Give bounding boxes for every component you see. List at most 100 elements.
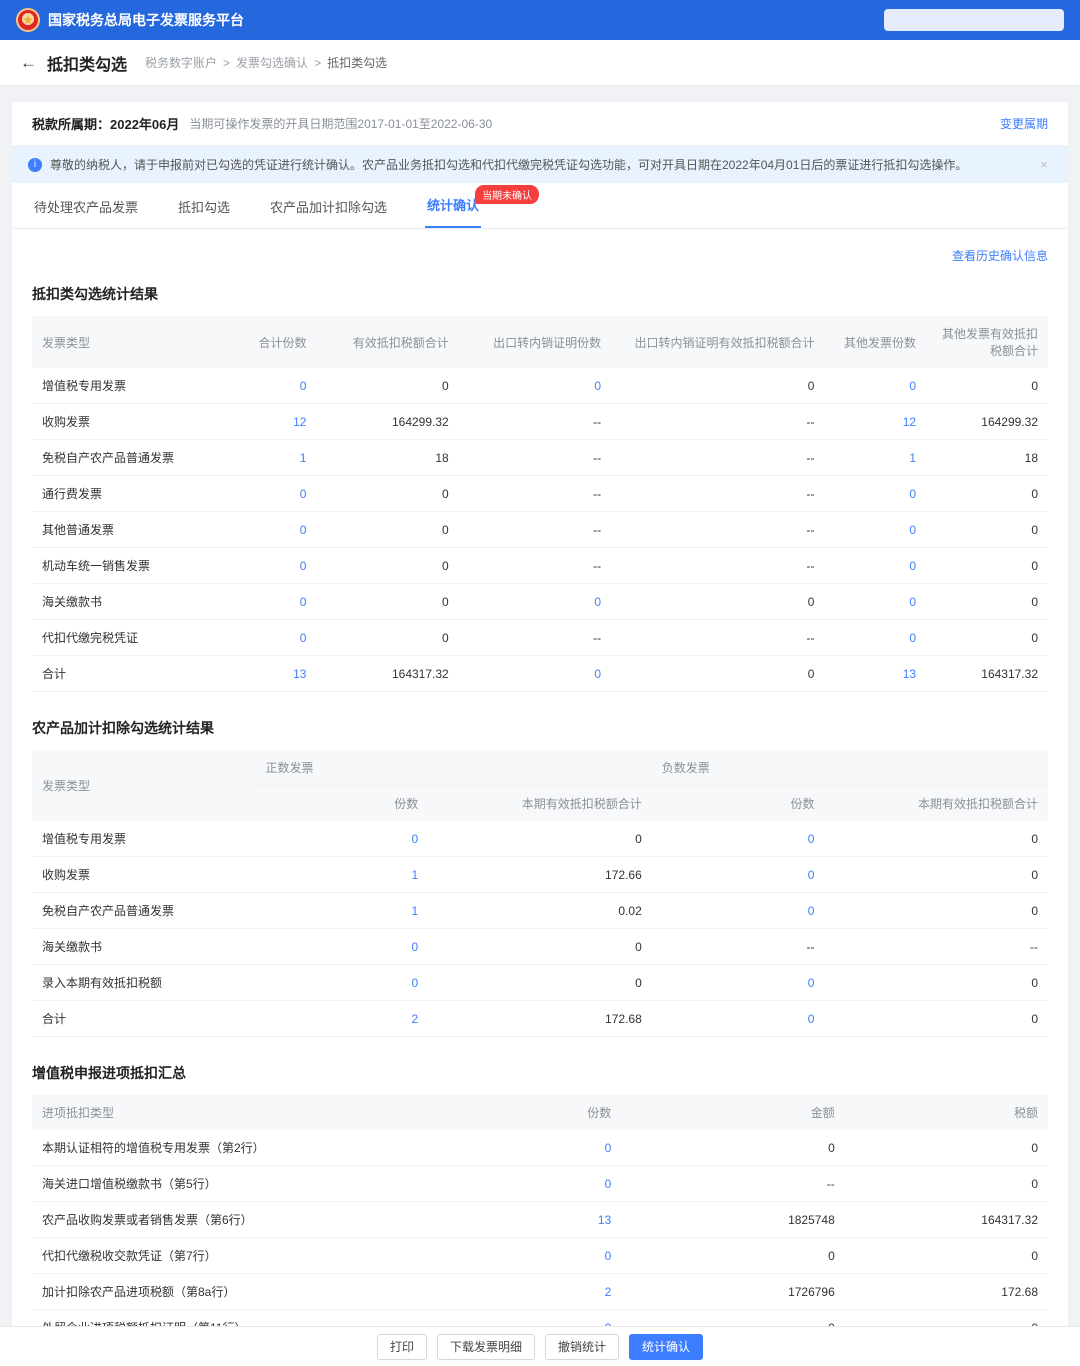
count-link[interactable]: 0 bbox=[458, 655, 612, 692]
count-link[interactable]: 0 bbox=[255, 821, 429, 857]
count-link[interactable]: 12 bbox=[225, 403, 317, 440]
count-link[interactable]: 13 bbox=[225, 655, 317, 692]
info-icon: i bbox=[28, 157, 42, 172]
count-link[interactable]: 0 bbox=[458, 583, 612, 620]
count-link[interactable]: 0 bbox=[225, 511, 317, 548]
count-link[interactable]: 0 bbox=[458, 368, 612, 404]
close-icon[interactable]: × bbox=[1036, 157, 1052, 172]
cell-value: -- bbox=[611, 439, 825, 476]
cell-value: -- bbox=[611, 403, 825, 440]
page-content: 税款所属期： 2022年06月 当期可操作发票的开具日期范围2017-01-01… bbox=[0, 86, 1080, 1366]
cell-value: -- bbox=[458, 547, 612, 584]
column-header: 份数 bbox=[438, 1095, 622, 1130]
breadcrumb-item[interactable]: 税务数字账户 bbox=[145, 54, 217, 71]
cell-value: 0 bbox=[844, 1130, 1048, 1166]
column-header: 份数 bbox=[255, 785, 429, 821]
row-label: 海关缴款书 bbox=[32, 928, 256, 965]
cell-value: 172.66 bbox=[428, 856, 652, 893]
cell-value: -- bbox=[458, 511, 612, 548]
count-link[interactable]: 2 bbox=[438, 1273, 622, 1310]
count-link[interactable]: 0 bbox=[225, 583, 317, 620]
cell-value: 0 bbox=[428, 821, 652, 857]
cell-value: 0 bbox=[824, 856, 1048, 893]
count-link[interactable]: 0 bbox=[651, 964, 825, 1001]
count-link[interactable]: 0 bbox=[824, 583, 927, 620]
row-label: 免税自产农产品普通发票 bbox=[32, 439, 226, 476]
count-link[interactable]: 0 bbox=[651, 1000, 825, 1037]
row-label: 录入本期有效抵扣税额 bbox=[32, 964, 256, 1001]
tax-period-label: 税款所属期： bbox=[32, 117, 111, 132]
count-link[interactable]: 2 bbox=[255, 1000, 429, 1037]
cell-value: 0 bbox=[621, 1237, 845, 1274]
cell-value: 0 bbox=[824, 892, 1048, 929]
column-header: 本期有效抵扣税额合计 bbox=[824, 785, 1048, 821]
count-link[interactable]: 0 bbox=[255, 928, 429, 965]
count-link[interactable]: 0 bbox=[651, 892, 825, 929]
cell-value: 164317.32 bbox=[316, 655, 459, 692]
cell-value: 18 bbox=[316, 439, 459, 476]
count-link[interactable]: 0 bbox=[824, 547, 927, 584]
count-link[interactable]: 0 bbox=[651, 821, 825, 857]
count-link[interactable]: 1 bbox=[824, 439, 927, 476]
cell-value: -- bbox=[824, 928, 1048, 965]
count-link[interactable]: 0 bbox=[225, 475, 317, 512]
cell-value: -- bbox=[458, 403, 612, 440]
count-link[interactable]: 0 bbox=[651, 856, 825, 893]
cell-value: 1726796 bbox=[621, 1273, 845, 1310]
column-header: 出口转内销证明有效抵扣税额合计 bbox=[611, 316, 825, 368]
row-label: 免税自产农产品普通发票 bbox=[32, 892, 256, 929]
download-invoice-detail-button[interactable]: 下载发票明细 bbox=[436, 1333, 535, 1360]
tab-agri-additional-deduction[interactable]: 农产品加计扣除勾选 bbox=[268, 185, 389, 228]
column-group-negative: 负数发票 bbox=[651, 750, 1048, 786]
cell-value: 0 bbox=[926, 475, 1048, 512]
cell-value: -- bbox=[458, 475, 612, 512]
count-link[interactable]: 0 bbox=[824, 619, 927, 656]
cell-value: 0 bbox=[844, 1165, 1048, 1202]
breadcrumb-item[interactable]: 发票勾选确认 bbox=[236, 54, 308, 71]
count-link[interactable]: 12 bbox=[824, 403, 927, 440]
back-arrow-icon[interactable]: ← bbox=[20, 54, 37, 71]
main-card: 税款所属期： 2022年06月 当期可操作发票的开具日期范围2017-01-01… bbox=[12, 102, 1068, 1366]
count-link[interactable]: 0 bbox=[438, 1130, 622, 1166]
tax-period-value: 2022年06月 bbox=[110, 117, 180, 132]
table-row: 其他普通发票 0 0 -- -- 0 0 bbox=[32, 511, 1048, 548]
count-link[interactable]: 1 bbox=[225, 439, 317, 476]
column-header: 金额 bbox=[621, 1095, 845, 1130]
revoke-statistics-button[interactable]: 撤销统计 bbox=[545, 1333, 620, 1360]
count-link[interactable]: 13 bbox=[438, 1201, 622, 1238]
count-link[interactable]: 0 bbox=[824, 511, 927, 548]
cell-value: -- bbox=[611, 511, 825, 548]
row-label: 合计 bbox=[32, 1000, 256, 1037]
deduction-stats-table: 发票类型 合计份数 有效抵扣税额合计 出口转内销证明份数 出口转内销证明有效抵扣… bbox=[32, 316, 1048, 692]
view-history-link[interactable]: 查看历史确认信息 bbox=[952, 247, 1048, 264]
column-header: 进项抵扣类型 bbox=[32, 1095, 439, 1130]
change-period-link[interactable]: 变更属期 bbox=[1000, 115, 1048, 132]
cell-value: 0 bbox=[316, 547, 459, 584]
count-link[interactable]: 0 bbox=[255, 964, 429, 1001]
row-label: 加计扣除农产品进项税额（第8a行） bbox=[32, 1273, 439, 1310]
table-row: 免税自产农产品普通发票 1 0.02 0 0 bbox=[32, 892, 1048, 929]
count-link[interactable]: 0 bbox=[225, 547, 317, 584]
count-link[interactable]: 0 bbox=[824, 368, 927, 404]
cell-value: 0 bbox=[611, 655, 825, 692]
tab-deduction-selection[interactable]: 抵扣勾选 bbox=[176, 185, 232, 228]
user-info-area[interactable] bbox=[884, 9, 1064, 31]
confirm-statistics-button[interactable]: 统计确认 bbox=[629, 1333, 704, 1360]
tab-pending-agri-invoices[interactable]: 待处理农产品发票 bbox=[32, 185, 140, 228]
count-link[interactable]: 0 bbox=[225, 619, 317, 656]
count-link[interactable]: 0 bbox=[438, 1237, 622, 1274]
cell-value: 0 bbox=[844, 1237, 1048, 1274]
count-link[interactable]: 0 bbox=[438, 1165, 622, 1202]
count-link[interactable]: 13 bbox=[824, 655, 927, 692]
tab-statistics-confirm[interactable]: 统计确认 当期未确认 bbox=[425, 183, 540, 228]
section-title-vat: 增值税申报进项抵扣汇总 bbox=[32, 1065, 186, 1081]
count-link[interactable]: 1 bbox=[255, 892, 429, 929]
print-button[interactable]: 打印 bbox=[376, 1333, 427, 1360]
row-label: 通行费发票 bbox=[32, 475, 226, 512]
count-link[interactable]: 0 bbox=[824, 475, 927, 512]
count-link[interactable]: 0 bbox=[225, 368, 317, 404]
cell-value: 0 bbox=[621, 1130, 845, 1166]
row-label: 收购发票 bbox=[32, 403, 226, 440]
section-title-agri: 农产品加计扣除勾选统计结果 bbox=[32, 720, 214, 736]
count-link[interactable]: 1 bbox=[255, 856, 429, 893]
